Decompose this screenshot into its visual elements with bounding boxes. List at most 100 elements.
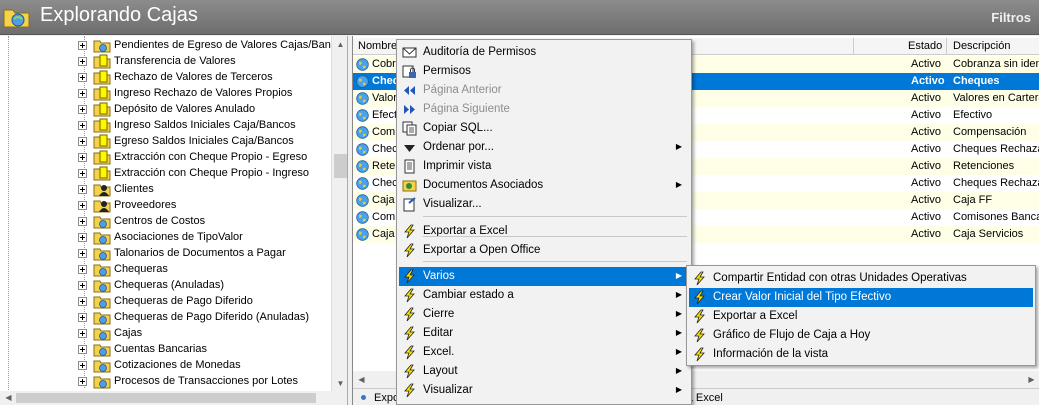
column-header-description[interactable]: Descripción: [953, 40, 1010, 52]
tree-item[interactable]: Asociaciones de TipoValor: [78, 230, 338, 246]
context-menu[interactable]: Auditoría de Permisos Permisos Página Ante…: [396, 39, 692, 405]
expand-icon[interactable]: [78, 105, 87, 114]
submenu-item[interactable]: Exportar a Excel: [689, 307, 1033, 326]
expand-icon[interactable]: [78, 265, 87, 274]
expand-icon[interactable]: [78, 297, 87, 306]
row-state: Activo: [911, 177, 941, 189]
tree-item[interactable]: Pendientes de Egreso de Valores Cajas/Ba…: [78, 38, 347, 54]
expand-icon[interactable]: [78, 201, 87, 210]
scroll-thumb[interactable]: [334, 154, 347, 178]
menu-item[interactable]: Auditoría de Permisos: [399, 43, 689, 62]
tree-item[interactable]: Chequeras: [78, 262, 338, 278]
scroll-left-icon[interactable]: ◀: [0, 389, 17, 405]
expand-icon[interactable]: [78, 41, 87, 50]
tree-item[interactable]: Transferencia de Valores: [78, 54, 338, 70]
menu-item[interactable]: Visualizar...: [399, 195, 689, 214]
tree-item[interactable]: Ingreso Saldos Iniciales Caja/Bancos: [78, 118, 338, 134]
tree-item[interactable]: Clientes: [78, 182, 338, 198]
tree-item[interactable]: Chequeras de Pago Diferido (Anuladas): [78, 310, 338, 326]
expand-icon[interactable]: [78, 217, 87, 226]
expand-icon[interactable]: [78, 377, 87, 386]
menu-item[interactable]: Editar ▶: [399, 324, 689, 343]
menu-item-label: Exportar a Excel: [713, 310, 798, 322]
tree-item[interactable]: Procesos de Transacciones por Lotes: [78, 374, 338, 390]
expand-icon[interactable]: [78, 153, 87, 162]
expand-icon[interactable]: [78, 313, 87, 322]
menu-item[interactable]: Excel. ▶: [399, 343, 689, 362]
tree-item[interactable]: Chequeras de Pago Diferido: [78, 294, 338, 310]
row-name: Caja: [372, 194, 395, 206]
tree-item-label: Cotizaciones de Monedas: [114, 359, 241, 371]
column-divider[interactable]: [853, 38, 854, 55]
menu-item[interactable]: Exportar a Open Office: [399, 241, 689, 260]
menu-item[interactable]: Varios ▶: [399, 267, 689, 286]
tree-item[interactable]: Extracción con Cheque Propio - Ingreso: [78, 166, 338, 182]
tree-panel[interactable]: Pendientes de Egreso de Valores Cajas/Ba…: [0, 36, 348, 405]
tree-item-label: Extracción con Cheque Propio - Ingreso: [114, 167, 310, 179]
expand-icon[interactable]: [78, 329, 87, 338]
tree-item[interactable]: Depósito de Valores Anulado: [78, 102, 338, 118]
tree-item-label: Egreso Saldos Iniciales Caja/Bancos: [114, 135, 294, 147]
tree-item[interactable]: Chequeras (Anuladas): [78, 278, 338, 294]
folder-icon: [93, 38, 111, 53]
scroll-down-icon[interactable]: ▼: [332, 375, 347, 392]
tree-item[interactable]: Centros de Costos: [78, 214, 338, 230]
expand-icon[interactable]: [78, 137, 87, 146]
tree-item[interactable]: Extracción con Cheque Propio - Egreso: [78, 150, 338, 166]
document-icon: [93, 70, 111, 85]
folder-icon: [93, 294, 111, 309]
expand-icon[interactable]: [78, 121, 87, 130]
menu-item[interactable]: Imprimir vista: [399, 157, 689, 176]
tree-item[interactable]: Ingreso Rechazo de Valores Propios: [78, 86, 338, 102]
menu-item[interactable]: Página Siguiente: [399, 100, 689, 119]
tree-item[interactable]: Cotizaciones de Monedas: [78, 358, 338, 374]
row-description: Cheques Rechazad: [953, 177, 1039, 189]
menu-item[interactable]: Exportar a Excel: [399, 222, 689, 241]
tree-item-label: Ingreso Rechazo de Valores Propios: [114, 87, 293, 99]
folder-icon: [93, 262, 111, 277]
tree-item[interactable]: Cuentas Bancarias: [78, 342, 338, 358]
expand-icon[interactable]: [78, 281, 87, 290]
submenu-item[interactable]: Crear Valor Inicial del Tipo Efectivo: [689, 288, 1033, 307]
menu-item[interactable]: Copiar SQL...: [399, 119, 689, 138]
tree-item[interactable]: Rechazo de Valores de Terceros: [78, 70, 338, 86]
submenu-item[interactable]: Información de la vista: [689, 345, 1033, 364]
menu-item[interactable]: Página Anterior: [399, 81, 689, 100]
tree-item[interactable]: Proveedores: [78, 198, 338, 214]
scroll-up-icon[interactable]: ▲: [332, 36, 347, 53]
submenu-item[interactable]: Compartir Entidad con otras Unidades Ope…: [689, 269, 1033, 288]
expand-icon[interactable]: [78, 185, 87, 194]
row-name: Chec: [372, 177, 398, 189]
expand-icon[interactable]: [78, 361, 87, 370]
menu-item[interactable]: Visualizar ▶: [399, 381, 689, 400]
tree-vertical-scrollbar[interactable]: ▲ ▼: [331, 36, 347, 392]
expand-icon[interactable]: [78, 233, 87, 242]
menu-item[interactable]: Permisos: [399, 62, 689, 81]
menu-item[interactable]: Cambiar estado a ▶: [399, 286, 689, 305]
column-divider[interactable]: [946, 38, 947, 55]
expand-icon[interactable]: [78, 89, 87, 98]
expand-icon[interactable]: [78, 345, 87, 354]
tree-horizontal-scrollbar[interactable]: ◀: [0, 389, 347, 405]
column-header-state[interactable]: Estado: [908, 40, 942, 52]
scroll-left-icon[interactable]: ◀: [353, 371, 370, 388]
menu-item[interactable]: Ordenar por... ▶: [399, 138, 689, 157]
tree-item[interactable]: Egreso Saldos Iniciales Caja/Bancos: [78, 134, 338, 150]
expand-icon[interactable]: [78, 249, 87, 258]
tree-item-label: Clientes: [114, 183, 154, 195]
column-header-name[interactable]: Nombre: [358, 40, 397, 52]
scroll-right-icon[interactable]: ▶: [1023, 371, 1039, 388]
scroll-thumb[interactable]: [16, 393, 316, 403]
tree-item[interactable]: Talonarios de Documentos a Pagar: [78, 246, 338, 262]
submenu-item[interactable]: Gráfico de Flujo de Caja a Hoy: [689, 326, 1033, 345]
tree-item[interactable]: Cajas: [78, 326, 338, 342]
expand-icon[interactable]: [78, 73, 87, 82]
expand-icon[interactable]: [78, 57, 87, 66]
tree-item-label: Extracción con Cheque Propio - Egreso: [114, 151, 308, 163]
menu-item[interactable]: Documentos Asociados ▶: [399, 176, 689, 195]
menu-item[interactable]: Layout ▶: [399, 362, 689, 381]
expand-icon[interactable]: [78, 169, 87, 178]
submenu-varios[interactable]: Compartir Entidad con otras Unidades Ope…: [686, 265, 1036, 366]
filters-button[interactable]: Filtros: [991, 10, 1031, 25]
menu-item[interactable]: Cierre ▶: [399, 305, 689, 324]
